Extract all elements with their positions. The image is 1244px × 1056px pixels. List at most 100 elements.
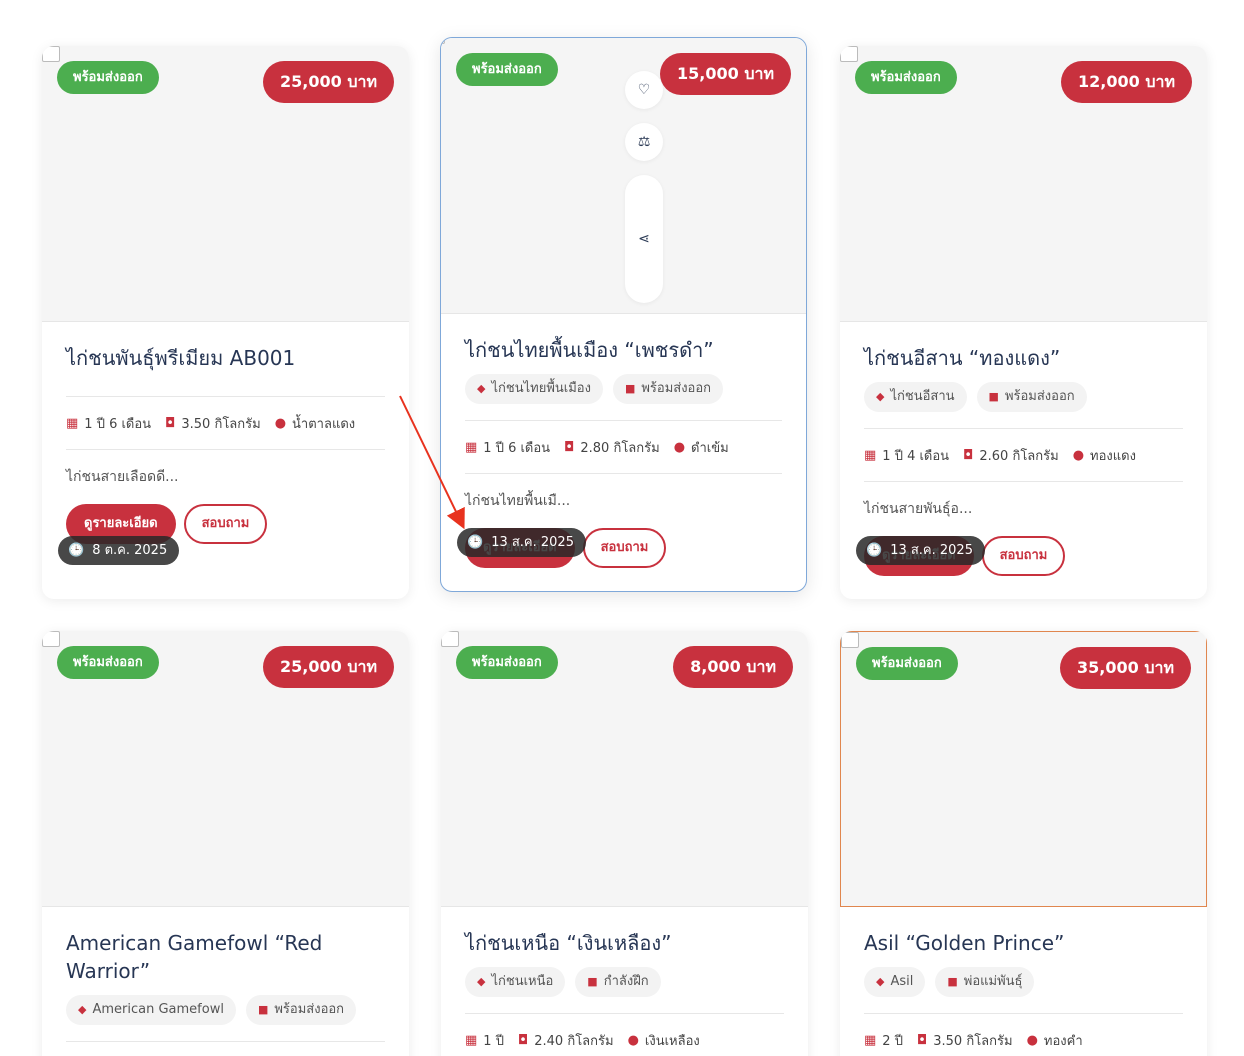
tag-chip[interactable]: ◆ ไก่ชนอีสาน [864,382,967,412]
status-badge: พร้อมส่งออก [57,61,159,94]
tag-chip[interactable]: ◆ ไก่ชนเหนือ [465,967,566,997]
category-chip[interactable]: ■ พร้อมส่งออก [976,382,1087,412]
weight-value: 2.80 กิโลกรัม [580,440,660,456]
color-value: เงินเหลือง [644,1033,700,1049]
folder-icon: ■ [988,390,999,403]
calendar-icon: ▦ [864,447,877,463]
product-card[interactable]: พร้อมส่งออก 35,000 บาท Asil “Golden Prin… [840,631,1207,1056]
palette-icon: ● [1026,1032,1038,1048]
heart-icon: ♡ [637,82,651,98]
price-badge: 25,000 บาท [263,646,394,688]
product-meta: ▦ 1 ปี 6 เดือน ◘ 2.80 กิโลกรัม ● ดำเข้ม [465,420,782,474]
category-chip[interactable]: ■ พ่อแม่พันธุ์ [935,967,1035,997]
product-description: ไก่ชนไทยพื้นเมื... [465,493,571,509]
category-label: พ่อแม่พันธุ์ [963,974,1023,989]
product-meta: ▦ 2 ปี ◘ 3.50 กิโลกรัม ● ทองคำ [864,1013,1183,1056]
status-badge: พร้อมส่งออก [856,647,958,680]
weight-icon: ◘ [916,1032,928,1048]
product-card[interactable]: พร้อมส่งออก 8,000 บาท ไก่ชนเหนือ “เงินเห… [441,631,808,1056]
calendar-icon: ▦ [864,1032,877,1048]
tag-chip[interactable]: ◆ Asil [864,967,926,997]
product-card[interactable]: พร้อมส่งออก 15,000 บาท ♡ ⚖ ⋖ ไก่ชนไทยพื้… [440,37,807,592]
tag-label: Asil [890,974,914,989]
product-title[interactable]: ไก่ชนพันธุ์พรีเมียม AB001 [66,344,385,372]
status-badge: พร้อมส่งออก [456,53,558,86]
tag-icon: ◆ [876,975,885,988]
color-value: น้ำตาลแดง [292,416,356,432]
product-title[interactable]: ไก่ชนอีสาน “ทองแดง” [864,344,1183,372]
category-chip[interactable]: ■ กำลังฝึก [575,967,661,997]
age-value: 1 ปี 6 เดือน [483,440,551,456]
product-meta [66,1041,385,1056]
date-value: 8 ต.ค. 2025 [92,543,168,558]
wishlist-button[interactable]: ♡ [625,71,663,109]
inquire-button[interactable]: สอบถาม [582,528,667,568]
color-value: ทองคำ [1043,1033,1083,1049]
product-card[interactable]: พร้อมส่งออก 12,000 บาท ไก่ชนอีสาน “ทองแด… [840,46,1207,599]
age-value: 2 ปี [882,1033,903,1049]
product-card[interactable]: พร้อมส่งออก 25,000 บาท American Gamefowl… [42,631,409,1056]
product-meta: ▦ 1 ปี 4 เดือน ◘ 2.60 กิโลกรัม ● ทองแดง [864,428,1183,482]
date-badge: 🕒 8 ต.ค. 2025 [58,536,180,565]
age-value: 1 ปี 6 เดือน [84,416,152,432]
status-badge: พร้อมส่งออก [456,646,558,679]
product-title[interactable]: Asil “Golden Prince” [864,929,1183,957]
quick-actions: ♡ ⚖ ⋖ [625,71,663,317]
share-button[interactable]: ⋖ [625,175,663,303]
tag-icon: ◆ [477,975,486,988]
product-image[interactable]: พร้อมส่งออก 15,000 บาท ♡ ⚖ ⋖ [441,38,806,314]
weight-value: 3.50 กิโลกรัม [933,1033,1013,1049]
price-badge: 15,000 บาท [660,53,791,95]
broken-image-icon [42,631,60,647]
calendar-icon: ▦ [465,439,478,455]
weight-value: 3.50 กิโลกรัม [181,416,261,432]
price-badge: 8,000 บาท [673,646,793,688]
product-meta: ▦ 1 ปี ◘ 2.40 กิโลกรัม ● เงินเหลือง [465,1013,784,1056]
tag-label: ไก่ชนอีสาน [890,389,955,404]
product-title[interactable]: American Gamefowl “Red Warrior” [66,929,326,985]
category-label: กำลังฝึก [603,974,649,989]
palette-icon: ● [1072,447,1085,463]
product-card[interactable]: พร้อมส่งออก 25,000 บาท ไก่ชนพันธุ์พรีเมี… [42,46,409,599]
date-badge: 🕒 13 ส.ค. 2025 [856,536,985,565]
tag-chip[interactable]: ◆ ไก่ชนไทยพื้นเมือง [465,374,603,404]
broken-image-icon [441,38,445,44]
broken-image-icon [42,46,60,62]
calendar-icon: ▦ [465,1032,478,1048]
product-image[interactable]: พร้อมส่งออก 35,000 บาท [840,631,1207,907]
product-image[interactable]: พร้อมส่งออก 8,000 บาท [441,631,808,907]
price-badge: 35,000 บาท [1060,647,1191,689]
folder-icon: ■ [257,1003,269,1016]
product-image[interactable]: พร้อมส่งออก 12,000 บาท [840,46,1207,322]
weight-value: 2.40 กิโลกรัม [534,1033,614,1049]
status-badge: พร้อมส่งออก [57,646,159,679]
inquire-button[interactable]: สอบถาม [183,504,268,544]
category-label: พร้อมส่งออก [1004,389,1075,404]
status-badge: พร้อมส่งออก [855,61,957,94]
price-badge: 12,000 บาท [1061,61,1192,103]
product-title[interactable]: ไก่ชนไทยพื้นเมือง “เพชรดำ” [465,336,782,364]
folder-icon: ■ [624,382,636,395]
scale-icon: ⚖ [637,134,651,150]
tag-chip[interactable]: ◆ American Gamefowl [66,995,236,1025]
product-title[interactable]: ไก่ชนเหนือ “เงินเหลือง” [465,929,784,957]
palette-icon: ● [274,415,287,431]
category-chip[interactable]: ■ พร้อมส่งออก [612,374,724,404]
clock-icon: 🕒 [467,535,484,550]
inquire-button[interactable]: สอบถาม [981,536,1066,576]
product-meta: ▦ 1 ปี 6 เดือน ◘ 3.50 กิโลกรัม ● น้ำตาลแดง [66,396,385,450]
compare-button[interactable]: ⚖ [625,123,663,161]
category-chip[interactable]: ■ พร้อมส่งออก [245,995,357,1025]
product-image[interactable]: พร้อมส่งออก 25,000 บาท [42,46,409,322]
tag-icon: ◆ [477,382,486,395]
product-image[interactable]: พร้อมส่งออก 25,000 บาท [42,631,409,907]
color-value: ทองแดง [1090,448,1136,464]
palette-icon: ● [673,439,686,455]
date-value: 13 ส.ค. 2025 [491,535,574,550]
clock-icon: 🕒 [866,543,883,558]
share-icon: ⋖ [638,231,650,247]
folder-icon: ■ [587,975,598,988]
folder-icon: ■ [947,975,958,988]
broken-image-icon [441,631,459,647]
product-description: ไก่ชนสายพันธุ์อ... [864,501,973,517]
